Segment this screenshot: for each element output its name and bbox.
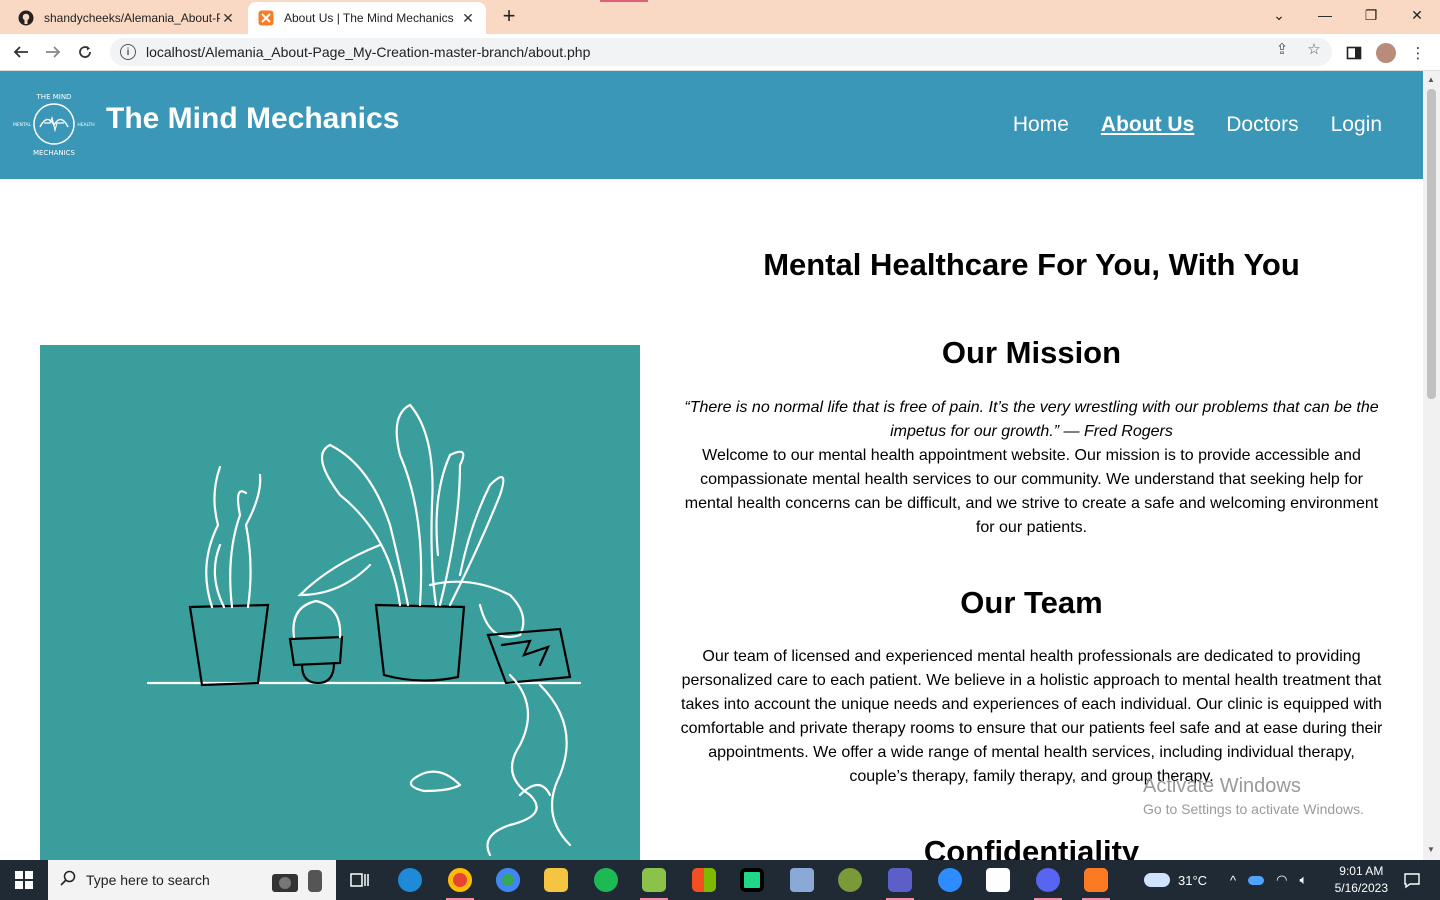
tab-search-icon[interactable]: ⌄	[1256, 0, 1302, 30]
profile-avatar[interactable]	[1376, 43, 1396, 63]
scrollbar-thumb[interactable]	[1427, 89, 1436, 399]
camera-search-highlight-icon	[268, 866, 328, 900]
menu-kebab-icon[interactable]: ⋮	[1408, 43, 1428, 63]
volume-icon[interactable]: 🔈︎	[1299, 872, 1307, 888]
address-bar[interactable]: i localhost/Alemania_About-Page_My-Creat…	[110, 38, 1332, 66]
confidentiality-heading: Confidentiality	[923, 834, 1140, 860]
notepad-plus-icon[interactable]	[634, 860, 674, 900]
search-icon	[60, 870, 76, 891]
wifi-icon[interactable]: ◠	[1276, 872, 1287, 888]
team-heading: Our Team	[960, 585, 1103, 620]
discord-icon[interactable]	[1028, 860, 1068, 900]
tab-title: shandycheeks/Alemania_About-P	[44, 11, 220, 25]
browser-tab-github[interactable]: shandycheeks/Alemania_About-P ✕	[8, 2, 246, 34]
browser-toolbar: i localhost/Alemania_About-Page_My-Creat…	[0, 34, 1440, 71]
system-tray: ^ ◠ 🔈︎	[1230, 860, 1307, 900]
activate-windows-watermark: Activate Windows Go to Settings to activ…	[1143, 775, 1364, 817]
new-tab-button[interactable]: +	[496, 4, 522, 30]
windows-start-icon[interactable]	[0, 860, 48, 900]
reload-button[interactable]	[72, 39, 98, 65]
weather-temperature: 31°C	[1178, 872, 1208, 888]
clock-date: 5/16/2023	[1334, 881, 1388, 895]
chrome-profile-icon[interactable]	[440, 860, 480, 900]
onedrive-icon[interactable]	[1248, 875, 1265, 885]
mind-mechanics-logo[interactable]: THE MIND MENTAL HEALTH MECHANICS	[10, 87, 98, 161]
nav-login[interactable]: Login	[1331, 113, 1382, 137]
side-panel-icon[interactable]	[1344, 43, 1364, 63]
close-icon[interactable]: ✕	[460, 10, 476, 27]
share-icon[interactable]: ⇪	[1273, 40, 1291, 58]
windows-taskbar: Type here to search 31°C ^ ◠ 🔈︎ 9:01 AM …	[0, 860, 1440, 900]
browser-tab-bar: shandycheeks/Alemania_About-P ✕ About Us…	[0, 0, 1440, 34]
spotify-icon[interactable]	[586, 860, 626, 900]
site-header: THE MIND MENTAL HEALTH MECHANICS The Min…	[0, 71, 1423, 179]
pycharm-icon[interactable]	[732, 860, 772, 900]
close-icon[interactable]: ✕	[220, 10, 236, 27]
nav-doctors[interactable]: Doctors	[1226, 113, 1298, 137]
cloud-icon	[1144, 873, 1170, 887]
mission-quote: “There is no normal life that is free of…	[684, 399, 1379, 440]
search-placeholder: Type here to search	[86, 872, 210, 888]
back-button[interactable]	[8, 39, 34, 65]
watermark-line-2: Go to Settings to activate Windows.	[1143, 801, 1364, 817]
zoom-icon[interactable]	[930, 860, 970, 900]
logo-right-text: HEALTH	[77, 122, 94, 128]
url-text: localhost/Alemania_About-Page_My-Creatio…	[146, 44, 591, 60]
page-heading: Mental Healthcare For You, With You	[763, 247, 1300, 282]
site-title[interactable]: The Mind Mechanics	[106, 102, 399, 136]
nav-home[interactable]: Home	[1013, 113, 1069, 137]
mission-text: “There is no normal life that is free of…	[680, 396, 1383, 540]
site-nav: Home About Us Doctors Login	[1013, 113, 1382, 137]
site-info-icon[interactable]: i	[120, 44, 136, 60]
notifications-icon[interactable]	[1392, 860, 1432, 900]
git-tool-icon[interactable]	[830, 860, 870, 900]
nav-about-us[interactable]: About Us	[1101, 113, 1194, 137]
chevron-up-icon[interactable]: ^	[1230, 873, 1236, 888]
edge-icon[interactable]	[390, 860, 430, 900]
plants-illustration	[40, 345, 640, 860]
logo-bottom-text: MECHANICS	[33, 149, 76, 157]
web-page: THE MIND MENTAL HEALTH MECHANICS The Min…	[0, 71, 1423, 860]
clock-time: 9:01 AM	[1339, 864, 1384, 878]
weather-widget[interactable]: 31°C	[1144, 860, 1207, 900]
github-icon	[18, 10, 34, 26]
close-window-button[interactable]: ✕	[1394, 0, 1440, 30]
notion-icon[interactable]	[978, 860, 1018, 900]
virtualbox-icon[interactable]	[782, 860, 822, 900]
logo-top-text: THE MIND	[36, 93, 72, 101]
scroll-down-arrow[interactable]: ▼	[1427, 845, 1435, 854]
browser-tab-about[interactable]: About Us | The Mind Mechanics ✕	[248, 2, 486, 34]
tab-group-accent	[600, 0, 648, 2]
mission-paragraph: Welcome to our mental health appointment…	[684, 447, 1379, 536]
microsoft-store-icon[interactable]	[684, 860, 724, 900]
bookmark-star-icon[interactable]: ☆	[1305, 40, 1323, 58]
taskbar-search-box[interactable]: Type here to search	[48, 860, 336, 900]
xampp-icon	[258, 10, 274, 26]
page-scrollbar[interactable]: ▲ ▼	[1423, 71, 1440, 860]
forward-button[interactable]	[40, 39, 66, 65]
teams-icon[interactable]	[880, 860, 920, 900]
xampp-taskbar-icon[interactable]	[1076, 860, 1116, 900]
scroll-up-arrow[interactable]: ▲	[1427, 75, 1435, 84]
tab-title: About Us | The Mind Mechanics	[284, 11, 454, 25]
chrome-icon[interactable]	[488, 860, 528, 900]
watermark-line-1: Activate Windows	[1143, 775, 1301, 797]
team-paragraph: Our team of licensed and experienced men…	[680, 648, 1383, 785]
logo-left-text: MENTAL	[13, 122, 32, 128]
task-view-icon[interactable]	[340, 860, 380, 900]
mission-heading: Our Mission	[941, 335, 1122, 370]
restore-button[interactable]: ❐	[1348, 0, 1394, 30]
minimize-button[interactable]: —	[1302, 0, 1348, 30]
taskbar-clock[interactable]: 9:01 AM 5/16/2023	[1335, 863, 1388, 897]
file-explorer-icon[interactable]	[536, 860, 576, 900]
